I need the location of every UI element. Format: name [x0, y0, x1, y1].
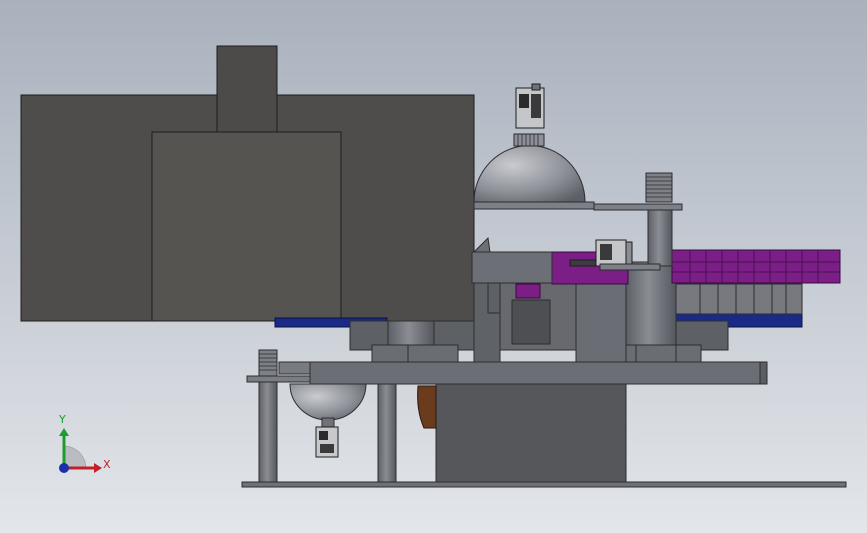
coordinate-triad: Y X: [50, 412, 120, 482]
lower-sensor-label: [319, 431, 328, 440]
bed-plate-end: [759, 361, 768, 385]
main-bed-plate: [309, 361, 768, 385]
top-sensor-label: [519, 94, 529, 108]
triad-z-origin: [59, 463, 69, 473]
mid-column: [377, 383, 397, 483]
cad-viewport[interactable]: Y X: [0, 0, 867, 533]
center-pedestal: [435, 383, 627, 483]
center-hub-column: [387, 320, 435, 346]
left-bracket: [246, 375, 312, 383]
housing-top-block: [216, 45, 278, 133]
purple-band-right: [671, 249, 841, 284]
side-sensor-window: [600, 244, 612, 260]
gray-cage-right: [675, 283, 803, 315]
left-column: [258, 379, 278, 483]
dome-collar: [513, 133, 545, 147]
triad-x-label: X: [103, 458, 111, 471]
triad-y-arrow: [59, 428, 69, 436]
purple-tab-left: [515, 283, 541, 299]
infeed-hanger: [487, 282, 501, 314]
floor-rail: [241, 481, 847, 488]
triad-x-arrow: [94, 463, 102, 473]
infeed-arm: [471, 251, 553, 284]
model-canvas[interactable]: [0, 0, 867, 533]
side-sensor-cap: [625, 241, 633, 265]
side-sensor-bracket: [599, 263, 661, 271]
top-sensor-window: [531, 94, 541, 118]
bed-rail-left: [278, 361, 311, 375]
triad-y-label: Y: [59, 413, 66, 426]
right-post-upper: [647, 209, 673, 267]
right-spring-post[interactable]: [645, 172, 673, 267]
upper-cover-plate-right: [593, 203, 683, 211]
top-sensor-cap: [531, 83, 541, 91]
inner-pocket: [511, 299, 551, 345]
support-block-left: [371, 344, 459, 363]
housing-front-panel: [151, 131, 342, 322]
upper-cover-plate: [473, 201, 595, 210]
right-post: [625, 261, 677, 346]
lower-sensor-window: [320, 444, 334, 453]
